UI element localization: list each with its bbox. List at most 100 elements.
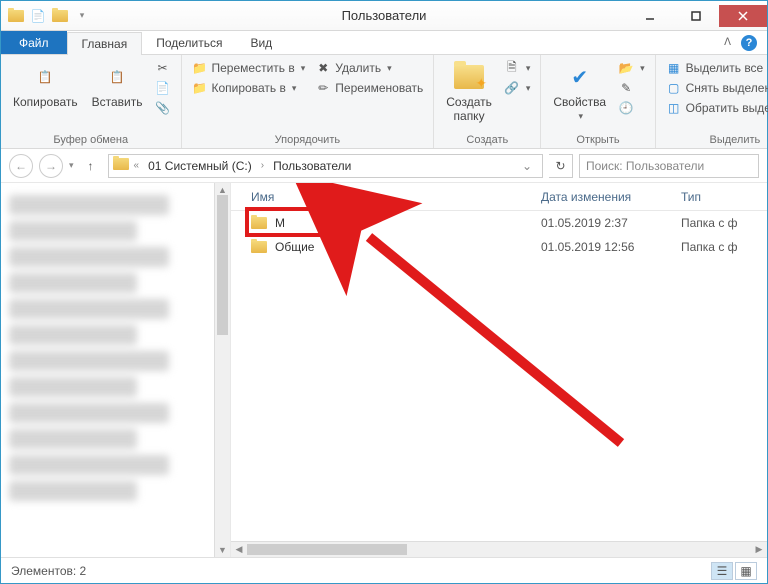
qat-newfolder-icon[interactable] [51, 7, 69, 25]
chevron-right-icon[interactable]: › [258, 160, 267, 171]
newfolder-icon [453, 61, 485, 93]
details-view-button[interactable]: ☰ [711, 562, 733, 580]
breadcrumb-seg-drive[interactable]: 01 Системный (C:) [144, 159, 256, 173]
list-view: Имя▲ Дата изменения Тип M 01.05.2019 2:3… [231, 183, 767, 557]
ribbon-group-organize: 📁Переместить в▾ 📁Копировать в▾ ✖Удалить▾… [182, 55, 435, 148]
navigation-pane[interactable]: ▲ ▼ [1, 183, 231, 557]
selectnone-button[interactable]: ▢Снять выделение [664, 79, 768, 97]
recent-dropdown-icon[interactable]: ▾ [69, 160, 74, 171]
close-button[interactable] [719, 5, 767, 27]
copypath-button[interactable]: 📄 [153, 79, 173, 97]
navpane-blurred-items [1, 183, 230, 519]
selectall-icon: ▦ [666, 60, 682, 76]
maximize-button[interactable] [673, 5, 719, 27]
properties-icon: ✔ [564, 61, 596, 93]
horizontal-scrollbar[interactable]: ◀ ▶ [231, 541, 767, 557]
list-body[interactable]: M 01.05.2019 2:37 Папка с ф Общие 01.05.… [231, 211, 767, 557]
newitem-button[interactable]: 🗎▾ [502, 59, 533, 77]
address-bar[interactable]: « 01 Системный (C:) › Пользователи ⌄ [108, 154, 543, 178]
status-bar: Элементов: 2 ☰ ▦ [1, 557, 767, 583]
ribbon-tabs: Файл Главная Поделиться Вид ᐱ ? [1, 31, 767, 55]
ribbon-group-clipboard: 📋 Копировать 📋 Вставить ✂ 📄 📎 Буфер обме… [1, 55, 182, 148]
pasteshortcut-button[interactable]: 📎 [153, 99, 173, 117]
ribbon-group-new: Создать папку 🗎▾ 🔗▾ Создать [434, 55, 541, 148]
title-bar: 📄 ▾ Пользователи [1, 1, 767, 31]
scroll-down-icon[interactable]: ▼ [215, 543, 230, 557]
column-name[interactable]: Имя▲ [251, 190, 541, 204]
cut-button[interactable]: ✂ [153, 59, 173, 77]
address-dropdown-icon[interactable]: ⌄ [516, 159, 538, 173]
moveto-icon: 📁 [192, 60, 208, 76]
copypath-icon: 📄 [155, 80, 171, 96]
column-headers: Имя▲ Дата изменения Тип [231, 183, 767, 211]
scroll-right-icon[interactable]: ▶ [751, 542, 767, 557]
column-type[interactable]: Тип [681, 190, 767, 204]
hscroll-thumb[interactable] [247, 544, 407, 555]
ribbon-group-open: ✔ Свойства ▾ 📂▾ ✎ 🕘 Открыть [541, 55, 655, 148]
app-icon [7, 7, 25, 25]
copyto-icon: 📁 [192, 80, 208, 96]
sort-asc-icon: ▲ [340, 192, 349, 202]
content-area: ▲ ▼ Имя▲ Дата изменения Тип M 01.05.2019… [1, 183, 767, 557]
invertselection-button[interactable]: ◫Обратить выделение [664, 99, 768, 117]
properties-button[interactable]: ✔ Свойства ▾ [549, 59, 610, 124]
ribbon: 📋 Копировать 📋 Вставить ✂ 📄 📎 Буфер обме… [1, 55, 767, 149]
window-title: Пользователи [342, 8, 427, 23]
cut-icon: ✂ [155, 60, 171, 76]
ribbon-collapse-icon[interactable]: ᐱ [724, 37, 731, 48]
selectnone-icon: ▢ [666, 80, 682, 96]
copy-icon: 📋 [29, 61, 61, 93]
moveto-button[interactable]: 📁Переместить в▾ [190, 59, 308, 77]
folder-icon [251, 241, 267, 253]
open-button[interactable]: 📂▾ [616, 59, 647, 77]
invert-icon: ◫ [666, 100, 682, 116]
minimize-button[interactable] [627, 5, 673, 27]
easyaccess-icon: 🔗 [504, 80, 520, 96]
file-tab[interactable]: Файл [1, 31, 67, 54]
explorer-window: 📄 ▾ Пользователи Файл Главная Поделиться… [0, 0, 768, 584]
rename-icon: ✏ [315, 80, 331, 96]
status-item-count: Элементов: 2 [11, 564, 86, 578]
open-icon: 📂 [618, 60, 634, 76]
scroll-left-icon[interactable]: ◀ [231, 542, 247, 557]
home-tab[interactable]: Главная [67, 32, 143, 55]
qat-properties-icon[interactable]: 📄 [29, 7, 47, 25]
view-tab[interactable]: Вид [236, 31, 286, 54]
delete-icon: ✖ [315, 60, 331, 76]
scroll-thumb[interactable] [217, 195, 228, 335]
drive-icon [113, 158, 129, 174]
history-button[interactable]: 🕘 [616, 99, 647, 117]
share-tab[interactable]: Поделиться [142, 31, 236, 54]
up-button[interactable]: ↑ [80, 155, 102, 177]
navigation-bar: ← → ▾ ↑ « 01 Системный (C:) › Пользовате… [1, 149, 767, 183]
help-button[interactable]: ? [741, 35, 757, 51]
copy-button[interactable]: 📋 Копировать [9, 59, 82, 111]
list-item[interactable]: M 01.05.2019 2:37 Папка с ф [231, 211, 767, 235]
icons-view-button[interactable]: ▦ [735, 562, 757, 580]
chevron-icon[interactable]: « [131, 160, 143, 171]
navpane-scrollbar[interactable]: ▲ ▼ [214, 183, 230, 557]
search-input[interactable]: Поиск: Пользователи [579, 154, 759, 178]
history-icon: 🕘 [618, 100, 634, 116]
paste-icon: 📋 [101, 61, 133, 93]
column-date[interactable]: Дата изменения [541, 190, 681, 204]
newitem-icon: 🗎 [504, 60, 520, 76]
pasteshortcut-icon: 📎 [155, 100, 171, 116]
selectall-button[interactable]: ▦Выделить все [664, 59, 768, 77]
newfolder-button[interactable]: Создать папку [442, 59, 496, 125]
copyto-button[interactable]: 📁Копировать в▾ [190, 79, 308, 97]
easyaccess-button[interactable]: 🔗▾ [502, 79, 533, 97]
edit-button[interactable]: ✎ [616, 79, 647, 97]
paste-button[interactable]: 📋 Вставить [88, 59, 147, 111]
list-item[interactable]: Общие 01.05.2019 12:56 Папка с ф [231, 235, 767, 259]
back-button[interactable]: ← [9, 154, 33, 178]
breadcrumb-seg-users[interactable]: Пользователи [269, 159, 355, 173]
quick-access-toolbar: 📄 ▾ [1, 7, 97, 25]
edit-icon: ✎ [618, 80, 634, 96]
forward-button[interactable]: → [39, 154, 63, 178]
folder-icon [251, 217, 267, 229]
qat-dropdown-icon[interactable]: ▾ [73, 7, 91, 25]
refresh-button[interactable]: ↻ [549, 154, 573, 178]
delete-button[interactable]: ✖Удалить▾ [313, 59, 425, 77]
rename-button[interactable]: ✏Переименовать [313, 79, 425, 97]
